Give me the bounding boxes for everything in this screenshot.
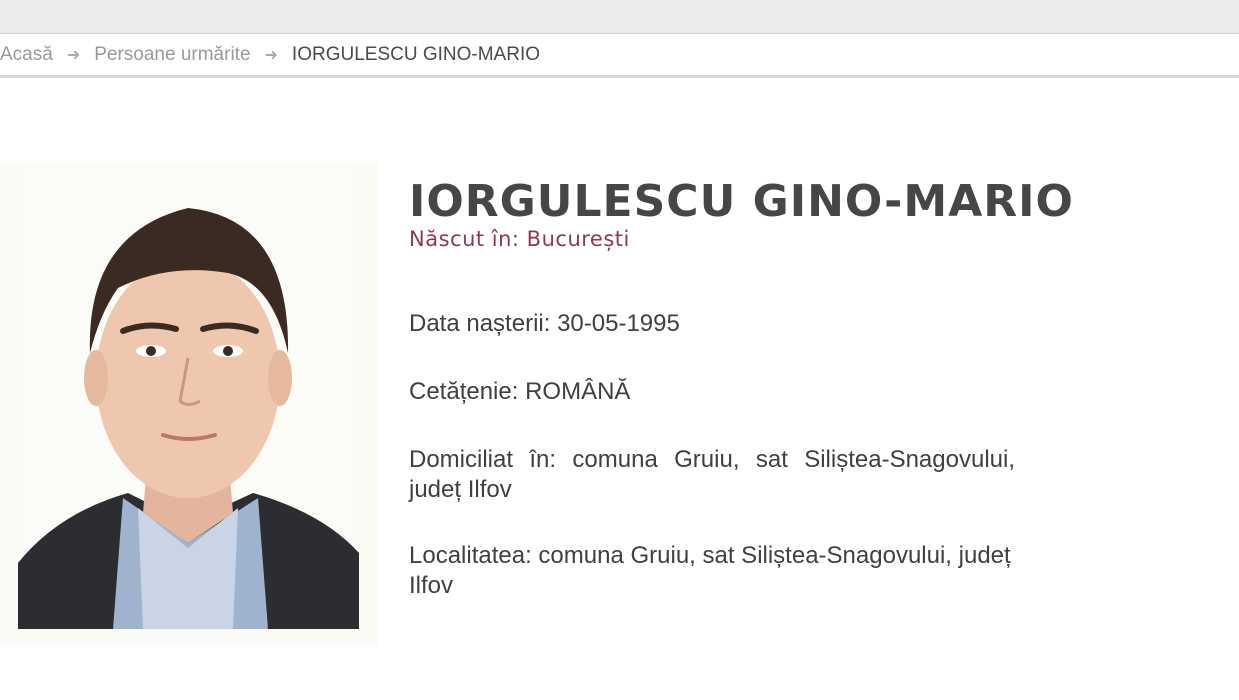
- person-name: IORGULESCU GINO-MARIO: [409, 176, 1074, 227]
- birth-place: Născut în: București: [409, 227, 630, 251]
- domicile: Domiciliat în: comuna Gruiu, sat Siliște…: [409, 446, 1015, 503]
- breadcrumb: Acasă ➜ Persoane urmărite ➜ IORGULESCU G…: [0, 35, 1239, 78]
- person-photo: [18, 163, 359, 629]
- arrow-right-icon: ➜: [66, 47, 81, 64]
- breadcrumb-section-link[interactable]: Persoane urmărite: [94, 44, 250, 66]
- breadcrumb-current: IORGULESCU GINO-MARIO: [291, 44, 540, 65]
- arrow-right-icon: ➜: [264, 47, 278, 64]
- birth-date: Data nașterii: 30-05-1995: [409, 310, 680, 337]
- browser-top-bar: [0, 0, 1239, 34]
- person-photo-frame: [0, 163, 378, 645]
- locality: Localitatea: comuna Gruiu, sat Siliștea-…: [409, 542, 1011, 599]
- person-info: IORGULESCU GINO-MARIO Născut în: Bucureș…: [409, 176, 1074, 599]
- breadcrumb-home-link[interactable]: Acasă: [0, 44, 53, 66]
- citizenship: Cetățenie: ROMÂNĂ: [409, 378, 631, 405]
